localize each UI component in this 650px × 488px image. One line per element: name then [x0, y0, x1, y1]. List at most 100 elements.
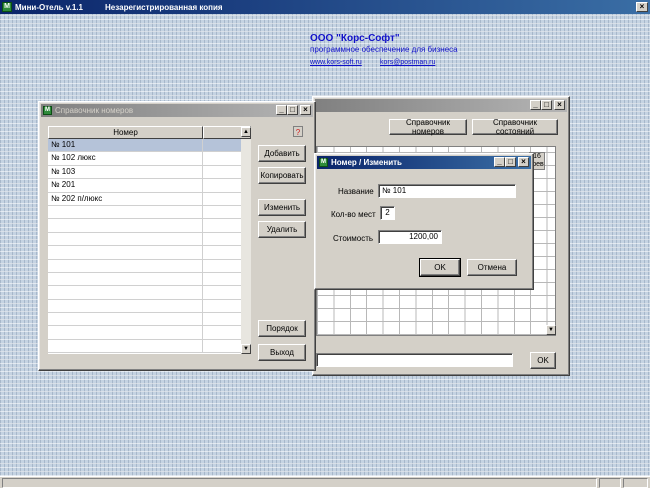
- edit-button[interactable]: Изменить: [258, 199, 306, 216]
- rooms-window-icon: М: [43, 106, 52, 115]
- app-title: Мини-Отель v.1.1: [15, 2, 84, 12]
- room-extra-cell: [203, 326, 241, 338]
- room-extra-cell: [203, 166, 241, 178]
- list-item[interactable]: [48, 299, 241, 314]
- room-extra-cell: [203, 179, 241, 191]
- seats-label: Кол-во мест: [331, 210, 376, 219]
- room-name-cell: № 201: [48, 179, 203, 192]
- room-extra-cell: [203, 260, 241, 272]
- list-scroll-down-button[interactable]: ▼: [241, 344, 251, 354]
- status-cell-3: [623, 478, 648, 488]
- list-item[interactable]: № 202 п/люкс: [48, 192, 241, 206]
- seats-field[interactable]: 2: [380, 206, 395, 220]
- name-field[interactable]: № 101: [378, 184, 516, 198]
- dialog-cancel-button[interactable]: Отмена: [467, 259, 517, 276]
- rooms-window-title: Справочник номеров: [55, 106, 134, 115]
- room-extra-cell: [203, 286, 241, 298]
- room-extra-cell: [203, 300, 241, 312]
- edit-dialog-title: Номер / Изменить: [331, 158, 402, 167]
- grid-scroll-down-button[interactable]: ▼: [546, 325, 556, 335]
- room-extra-cell: [203, 206, 241, 218]
- company-name: ООО "Корс-Софт": [310, 33, 400, 44]
- room-name-cell: [48, 286, 203, 299]
- price-field[interactable]: 1200,00: [378, 230, 442, 244]
- room-extra-cell: [203, 219, 241, 231]
- states-directory-button[interactable]: Справочник состояний: [472, 118, 558, 136]
- dialog-ok-button[interactable]: OK: [419, 258, 461, 277]
- company-email-link[interactable]: kors@postman.ru: [380, 59, 435, 66]
- schedule-minimize-button[interactable]: _: [530, 100, 541, 110]
- room-extra-cell: [203, 313, 241, 325]
- rooms-minimize-button[interactable]: _: [276, 105, 287, 115]
- rooms-list[interactable]: № 101 № 102 люкс № 103 № 201 № 202 п/люкс: [48, 139, 241, 354]
- edit-dialog-titlebar: М Номер / Изменить _ □ ×: [317, 156, 531, 169]
- edit-close-button[interactable]: ×: [518, 157, 529, 167]
- status-bar: [0, 476, 650, 488]
- list-scrollbar-track[interactable]: [241, 139, 251, 344]
- rooms-maximize-button[interactable]: □: [287, 105, 298, 115]
- list-item[interactable]: № 201: [48, 179, 241, 193]
- schedule-ok-button[interactable]: OK: [530, 352, 556, 369]
- room-name-cell: [48, 259, 203, 272]
- room-name-cell: [48, 326, 203, 339]
- room-name-cell: [48, 313, 203, 326]
- room-extra-cell: [203, 193, 241, 205]
- list-item[interactable]: № 102 люкс: [48, 152, 241, 166]
- room-extra-cell: [203, 152, 241, 164]
- app-close-button[interactable]: ×: [636, 2, 648, 12]
- room-name-cell: [48, 219, 203, 232]
- list-item[interactable]: [48, 326, 241, 340]
- list-item[interactable]: [48, 313, 241, 327]
- list-scroll-up-button[interactable]: ▲: [241, 127, 251, 137]
- rooms-close-button[interactable]: ×: [300, 105, 311, 115]
- room-name-cell: [48, 246, 203, 259]
- name-label: Название: [338, 187, 374, 196]
- room-name-cell: [48, 232, 203, 246]
- list-item[interactable]: [48, 246, 241, 260]
- add-button[interactable]: Добавить: [258, 145, 306, 162]
- company-tagline: программное обеспечение для бизнеса: [310, 45, 458, 54]
- room-name-cell: № 202 п/люкс: [48, 192, 203, 205]
- room-name-cell: [48, 299, 203, 313]
- schedule-status-field: [316, 353, 513, 367]
- main-schedule-titlebar: _ □ ×: [315, 99, 567, 112]
- list-item[interactable]: [48, 232, 241, 247]
- delete-button[interactable]: Удалить: [258, 221, 306, 238]
- room-name-cell: [48, 205, 203, 219]
- list-item[interactable]: [48, 339, 241, 354]
- column-header-number[interactable]: Номер: [48, 126, 203, 139]
- room-extra-cell: [203, 139, 241, 152]
- help-icon[interactable]: ?: [293, 126, 303, 137]
- app-subtitle: Незарегистрированная копия: [105, 2, 223, 12]
- list-item[interactable]: № 101: [48, 139, 241, 153]
- price-label: Стоимость: [333, 234, 374, 243]
- room-extra-cell: [203, 233, 241, 245]
- room-name-cell: [48, 339, 203, 353]
- status-cell-main: [2, 478, 597, 488]
- list-item[interactable]: [48, 286, 241, 300]
- room-name-cell: № 103: [48, 165, 203, 179]
- list-item[interactable]: [48, 205, 241, 220]
- copy-button[interactable]: Копировать: [258, 167, 306, 184]
- status-cell-2: [599, 478, 621, 488]
- list-item[interactable]: № 103: [48, 165, 241, 180]
- edit-maximize-button[interactable]: □: [505, 157, 516, 167]
- rooms-directory-button[interactable]: Справочник номеров: [389, 118, 467, 136]
- order-button[interactable]: Порядок: [258, 320, 306, 337]
- schedule-maximize-button[interactable]: □: [541, 100, 552, 110]
- edit-dialog-icon: М: [319, 158, 328, 167]
- room-extra-cell: [203, 273, 241, 285]
- main-titlebar: М Мини-Отель v.1.1 Незарегистрированная …: [0, 0, 650, 14]
- room-name-cell: [48, 272, 203, 286]
- list-item[interactable]: [48, 219, 241, 233]
- company-website-link[interactable]: www.kors-soft.ru: [310, 59, 362, 66]
- room-name-cell: № 102 люкс: [48, 152, 203, 165]
- schedule-close-button[interactable]: ×: [554, 100, 565, 110]
- room-extra-cell: [203, 246, 241, 258]
- edit-minimize-button[interactable]: _: [494, 157, 505, 167]
- list-item[interactable]: [48, 272, 241, 287]
- list-item[interactable]: [48, 259, 241, 273]
- exit-button[interactable]: Выход: [258, 344, 306, 361]
- rooms-list-header: Номер: [48, 126, 251, 139]
- rooms-window-titlebar: М Справочник номеров _ □ ×: [41, 104, 313, 117]
